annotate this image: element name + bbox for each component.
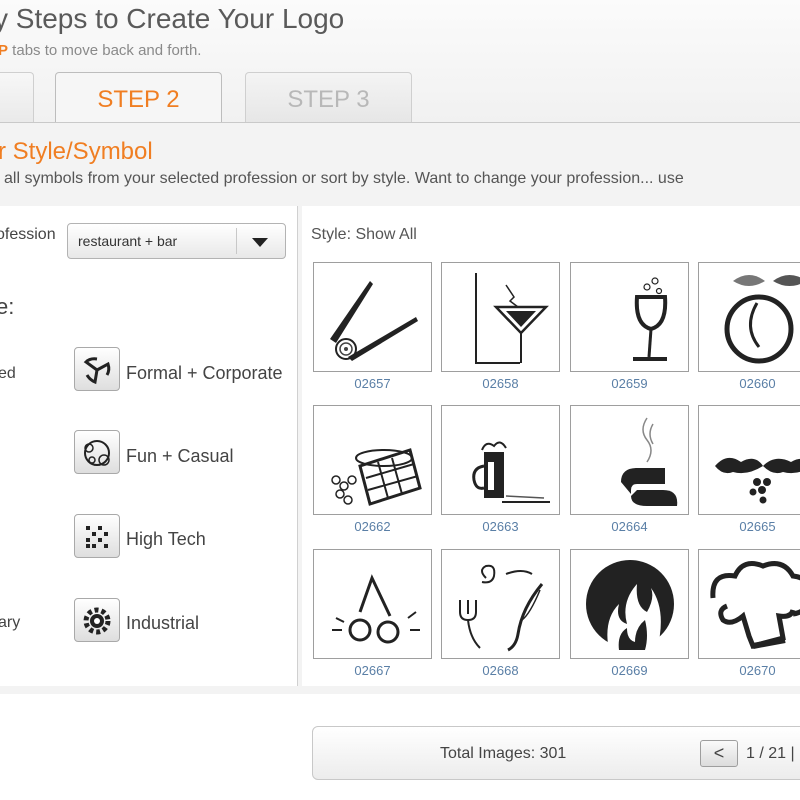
subtitle: P tabs to move back and forth. — [0, 42, 201, 59]
chef-hat-icon — [710, 561, 800, 649]
wine-glass-bubbles-icon — [633, 277, 668, 361]
gear-icon — [83, 607, 111, 635]
symbol-id: 02662 — [354, 519, 391, 534]
symbol-id: 02664 — [611, 519, 648, 534]
symbol-thumbnail[interactable] — [698, 549, 800, 659]
cherries-icon — [332, 574, 420, 644]
beer-mug-icon — [472, 441, 550, 503]
section-description: all symbols from your selected professio… — [4, 170, 684, 187]
style-heading: e: — [0, 294, 15, 319]
peach-fruit-icon — [724, 275, 800, 364]
profession-select[interactable]: restaurant + bar — [67, 223, 286, 259]
martini-glass-icon — [475, 273, 549, 364]
grapes-leaves-icon — [715, 457, 800, 504]
subtitle-highlight: P — [0, 42, 9, 59]
symbol-id: 02670 — [739, 663, 776, 678]
total-images: Total Images: 301 — [440, 745, 567, 762]
style-hightech-label[interactable]: High Tech — [126, 529, 206, 550]
chevron-down-icon — [252, 238, 268, 247]
style-industrial-label[interactable]: Industrial — [126, 613, 199, 634]
style-label-truncated[interactable]: ed — [0, 365, 16, 383]
flame-circle-icon — [586, 560, 674, 650]
bubbles-icon — [84, 440, 110, 466]
symbol-id: 02669 — [611, 663, 648, 678]
symbol-id: 02665 — [739, 519, 776, 534]
style-formal-label[interactable]: Formal + Corporate — [126, 363, 283, 384]
symbol-thumbnail[interactable] — [441, 549, 560, 659]
profession-value: restaurant + bar — [78, 233, 178, 249]
symbol-thumbnail[interactable] — [698, 262, 800, 372]
symbol-thumbnail[interactable] — [698, 405, 800, 515]
symbol-id: 02659 — [611, 376, 648, 391]
symbol-thumbnail[interactable] — [313, 549, 432, 659]
profession-label: ofession — [0, 226, 56, 243]
symbol-id: 02660 — [739, 376, 776, 391]
symbol-id: 02658 — [482, 376, 519, 391]
symbol-thumbnail[interactable] — [570, 262, 689, 372]
steaming-cup-icon — [621, 417, 678, 506]
page-indicator: 1 / 21 | — [746, 745, 795, 762]
pixel-dots-icon — [86, 526, 108, 548]
symbol-id: 02667 — [354, 663, 391, 678]
page-title: y Steps to Create Your Logo — [0, 3, 345, 34]
tab-step-2[interactable]: STEP 2 — [55, 72, 222, 124]
symbol-thumbnail[interactable] — [570, 405, 689, 515]
select-divider — [236, 228, 237, 254]
style-hightech-button[interactable] — [74, 514, 120, 558]
style-fun-label[interactable]: Fun + Casual — [126, 446, 234, 467]
symbol-thumbnail[interactable] — [441, 405, 560, 515]
style-formal-button[interactable] — [74, 347, 120, 391]
chevron-left-icon: < — [713, 743, 725, 763]
symbol-thumbnail[interactable] — [441, 262, 560, 372]
style-fun-button[interactable] — [74, 430, 120, 474]
symbol-id: 02657 — [354, 376, 391, 391]
symbol-id: 02663 — [482, 519, 519, 534]
chopsticks-sushi-icon — [330, 281, 418, 361]
tab-step-3[interactable]: STEP 3 — [245, 72, 412, 124]
swirl-icon — [83, 357, 111, 385]
style-label-truncated[interactable]: ary — [0, 614, 20, 632]
symbol-thumbnail[interactable] — [570, 549, 689, 659]
section-title: r Style/Symbol — [0, 138, 153, 165]
style-filter: Style: Show All — [311, 226, 417, 243]
prev-page-button[interactable]: < — [700, 740, 738, 767]
fork-knife-swirl-icon — [459, 564, 544, 652]
style-industrial-button[interactable] — [74, 598, 120, 642]
basket-grapes-icon — [331, 448, 422, 506]
symbol-thumbnail[interactable] — [313, 262, 432, 372]
symbol-id: 02668 — [482, 663, 519, 678]
tab-step-1[interactable] — [0, 72, 34, 124]
symbol-thumbnail[interactable] — [313, 405, 432, 515]
subtitle-text: tabs to move back and forth. — [8, 42, 202, 59]
